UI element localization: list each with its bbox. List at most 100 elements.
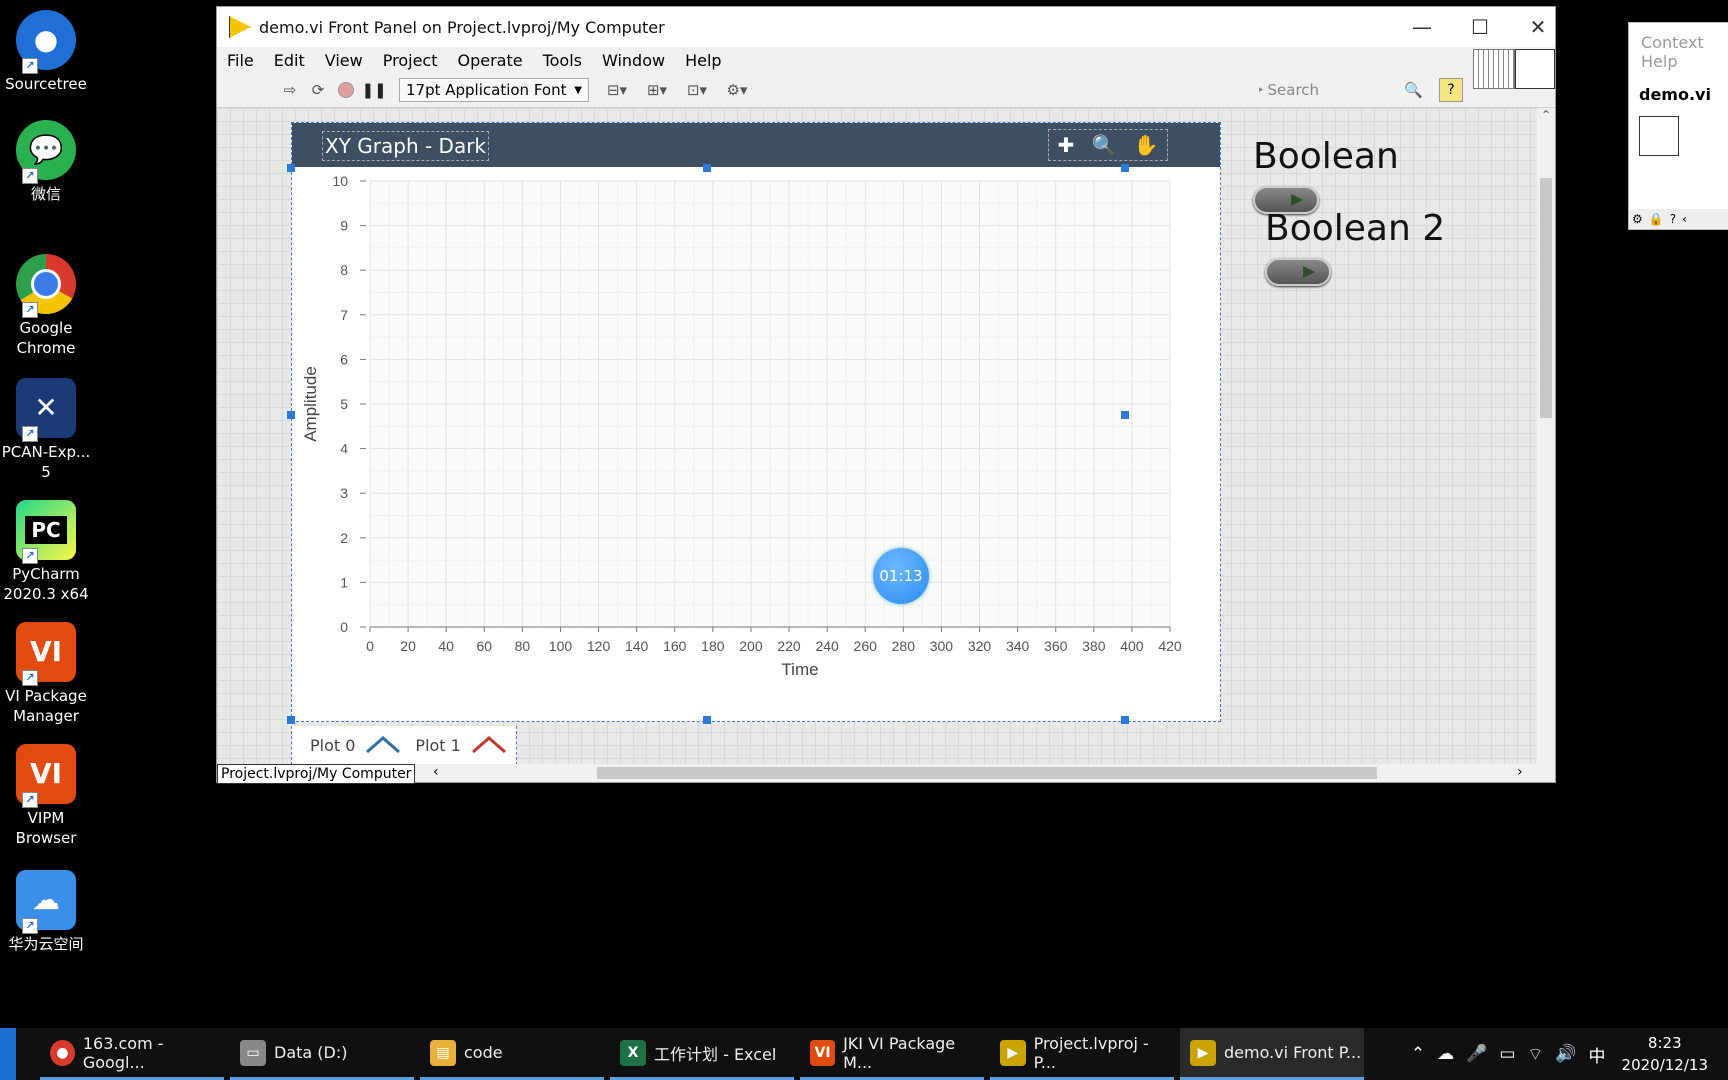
onedrive-icon[interactable]: ☁ [1437,1044,1454,1064]
xy-graph[interactable]: XY Graph - Dark ✚ 🔍 ✋ 0 20 40 60 80 100 120 140… [291,122,1221,722]
taskbar-item-chrome[interactable]: ● 163.com - Googl... [40,1028,224,1080]
pan-hand-icon[interactable]: ✋ [1134,133,1159,157]
y-tick-label: 6 [340,351,348,367]
distribute-objects-icon[interactable]: ⊞▾ [641,79,673,101]
pcan-icon: ✕ ↗ [16,378,76,442]
context-help-button[interactable]: ? [1439,78,1463,102]
reorder-icon[interactable]: ⚙▾ [721,79,753,101]
run-arrow-icon[interactable]: ⇨ [279,79,301,101]
taskbar-item-label: 工作计划 - Excel [654,1044,777,1064]
x-tick-label: 100 [549,638,573,654]
taskbar-item-label: Data (D:) [274,1043,348,1062]
close-button[interactable]: ✕ [1509,7,1567,47]
search-icon[interactable]: 🔍 [1404,81,1423,99]
start-button[interactable] [0,1028,16,1080]
volume-icon[interactable]: 🔊 [1555,1044,1576,1064]
taskbar-item-label: code [464,1043,503,1062]
toolbar: ⇨ ⟳ ❚❚ 17pt Application Font ▼ ⊟▾ ⊞▾ ⊡▾ … [217,49,1555,108]
menu-file[interactable]: File [217,51,264,70]
desktop-icon-wechat[interactable]: 💬 ↗ 微信 [0,120,92,204]
chevron-up-icon[interactable]: ⌃ [1411,1044,1425,1064]
desktop-icon-sourcetree[interactable]: ● ↗ Sourcetree [0,10,92,94]
wifi-icon[interactable]: ⌔ [1527,1044,1543,1065]
taskbar-item-excel[interactable]: X 工作计划 - Excel [610,1028,794,1080]
taskbar-item-project[interactable]: ▶ Project.lvproj - P... [990,1028,1174,1080]
vertical-scrollbar[interactable]: ⌃ [1537,108,1555,764]
desktop-icon-vipm-browser[interactable]: VI ↗ VIPM Browser [0,744,92,848]
taskbar-item-vipm[interactable]: VI JKI VI Package M... [800,1028,984,1080]
battery-icon[interactable]: ▭ [1499,1044,1515,1064]
abort-icon[interactable] [335,79,357,101]
scroll-right-icon[interactable]: › [1517,764,1523,780]
context-help-window[interactable]: Context Help demo.vi ⚙ 🔒 ? ‹ [1628,22,1728,230]
taskbar-item-demo-vi[interactable]: ▶ demo.vi Front P... [1180,1028,1364,1080]
taskbar-item-label: 163.com - Googl... [82,1033,164,1072]
desktop-icon-vipm[interactable]: VI ↗ VI Package Manager [0,622,92,726]
window-title: demo.vi Front Panel on Project.lvproj/My… [259,17,665,37]
menu-project[interactable]: Project [373,51,448,70]
chevron-left-icon[interactable]: ‹ [1682,212,1687,226]
x-tick-label: 300 [930,638,954,654]
title-bar[interactable]: demo.vi Front Panel on Project.lvproj/My… [217,7,1555,47]
taskbar: ● 163.com - Googl... ▭ Data (D:) ▤ code … [0,1028,1728,1080]
resize-handle[interactable] [703,164,711,172]
maximize-button[interactable]: ☐ [1451,7,1509,47]
menu-tools[interactable]: Tools [533,51,592,70]
minimize-button[interactable]: — [1393,7,1451,47]
horizontal-scroll-thumb[interactable] [597,767,1377,779]
scroll-thumb[interactable] [1540,178,1552,418]
microphone-icon[interactable]: 🎤 [1466,1044,1487,1064]
plot-area[interactable]: 0 20 40 60 80 100 120 140 160 180 200 220 240 260 280 3… [292,167,1220,721]
run-continuously-icon[interactable]: ⟳ [307,79,329,101]
scroll-up-icon[interactable]: ⌃ [1537,108,1555,122]
search-input[interactable]: ▸ Search 🔍 [1259,78,1429,102]
front-panel-canvas[interactable]: XY Graph - Dark ✚ 🔍 ✋ 0 20 40 60 80 100 120 140… [217,108,1537,764]
y-tick-label: 3 [340,485,348,501]
labview-app-icon [229,16,251,38]
menu-view[interactable]: View [315,51,373,70]
lock-icon[interactable]: 🔒 [1649,212,1664,226]
vipm-icon: VI ↗ [16,622,76,686]
taskbar-item-drive[interactable]: ▭ Data (D:) [230,1028,414,1080]
menu-edit[interactable]: Edit [264,51,315,70]
taskbar-item-label: demo.vi Front P... [1224,1043,1362,1062]
boolean-2-toggle[interactable] [1265,258,1331,286]
scroll-left-icon[interactable]: ‹ [433,764,439,780]
crosshair-icon[interactable]: ✚ [1058,133,1075,157]
menu-window[interactable]: Window [592,51,675,70]
resize-handle[interactable] [1121,716,1129,724]
help-icon[interactable]: ? [1670,212,1676,226]
plot-legend[interactable]: Plot 0 Plot 1 [291,726,517,764]
resize-handle[interactable] [703,716,711,724]
resize-handle[interactable] [1121,411,1129,419]
desktop-icon-label: PCAN-Exp... 5 [1,443,91,481]
zoom-icon[interactable]: 🔍 [1091,133,1116,157]
resize-objects-icon[interactable]: ⊡▾ [681,79,713,101]
x-tick-label: 0 [366,638,374,654]
resize-handle[interactable] [287,716,295,724]
menu-help[interactable]: Help [675,51,731,70]
graph-label[interactable]: XY Graph - Dark [322,131,490,161]
resize-handle[interactable] [287,164,295,172]
desktop-icon-pycharm[interactable]: PC ↗ PyCharm 2020.3 x64 [0,500,92,604]
menu-operate[interactable]: Operate [447,51,532,70]
vi-icon[interactable] [1515,49,1555,89]
desktop-icon-pcan[interactable]: ✕ ↗ PCAN-Exp... 5 [0,378,92,482]
align-objects-icon[interactable]: ⊟▾ [601,79,633,101]
resize-handle[interactable] [1121,164,1129,172]
clock[interactable]: 8:23 2020/12/13 [1622,1032,1708,1076]
ime-indicator[interactable]: 中 [1589,1042,1606,1067]
taskbar-item-folder[interactable]: ▤ code [420,1028,604,1080]
chevron-down-icon: ▼ [574,84,582,96]
simple-view-icon[interactable]: ⚙ [1632,212,1643,226]
x-tick-label: 360 [1044,638,1068,654]
x-tick-label: 40 [438,638,454,654]
font-select[interactable]: 17pt Application Font ▼ [399,78,589,102]
resize-handle[interactable] [287,411,295,419]
graph-header: XY Graph - Dark ✚ 🔍 ✋ [292,123,1220,167]
font-select-value: 17pt Application Font [406,81,567,99]
pause-icon[interactable]: ❚❚ [361,79,386,101]
desktop-icon-chrome[interactable]: ↗ Google Chrome [0,254,92,358]
connector-pane-icon[interactable] [1473,49,1515,89]
desktop-icon-huawei-cloud[interactable]: ☁ ↗ 华为云空间 [0,870,92,954]
